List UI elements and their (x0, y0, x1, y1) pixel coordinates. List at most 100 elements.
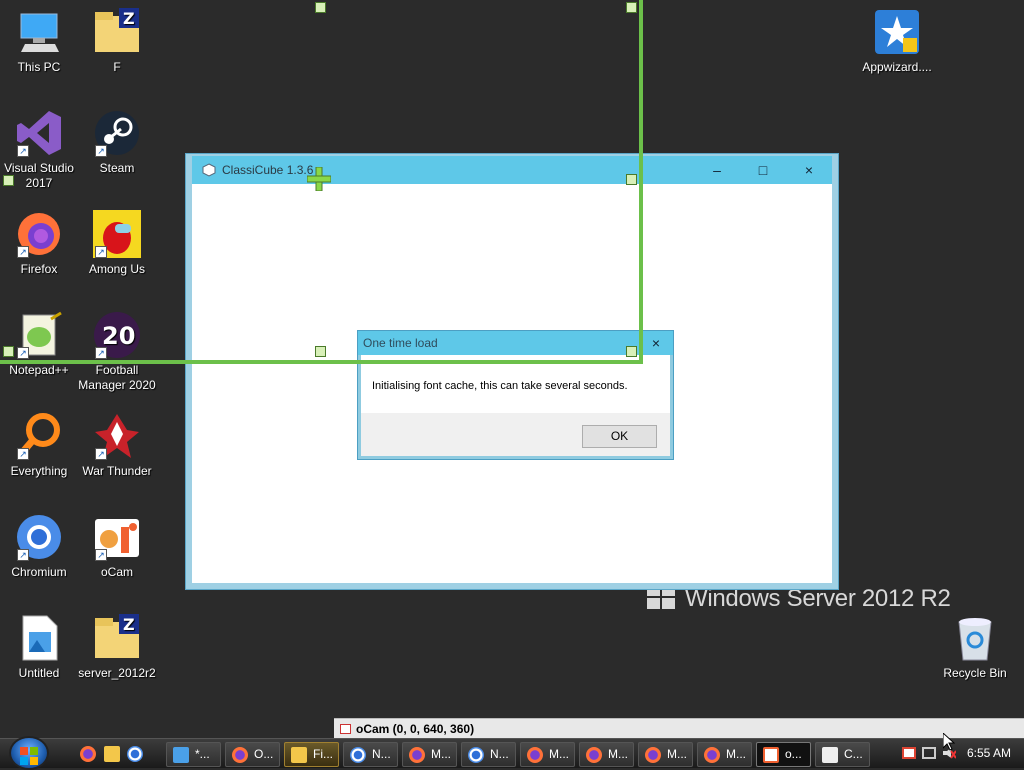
taskbar-button-label: N... (490, 747, 509, 761)
desktop-icon-untitled[interactable]: Untitled (0, 614, 78, 681)
desktop-icon-label: Everything (10, 464, 68, 478)
desktop-icon-label: Steam (99, 161, 135, 175)
minimize-button[interactable]: – (694, 156, 740, 184)
desktop-icon-recycle-bin[interactable]: Recycle Bin (936, 614, 1014, 681)
desktop-icon-label: War Thunder (82, 464, 152, 478)
taskbar-button[interactable]: C... (815, 742, 870, 767)
desktop-icon-chromium[interactable]: ↗ Chromium (0, 513, 78, 580)
resize-handle[interactable] (626, 2, 637, 13)
desktop-icon-firefox[interactable]: ↗ Firefox (0, 210, 78, 277)
firefox-icon (527, 747, 543, 763)
taskbar-button-label: o... (785, 747, 802, 761)
capture-rect-right-edge[interactable] (639, 0, 643, 364)
desktop-icon-label: F (113, 60, 121, 74)
svg-text:Z: Z (123, 9, 135, 28)
taskbar-button[interactable]: *... (166, 742, 221, 767)
start-logo-quad (30, 747, 38, 755)
desktop-icon-football-manager[interactable]: 20 ↗ Football Manager 2020 (78, 311, 156, 393)
dialog-message: Initialising font cache, this can take s… (372, 380, 628, 392)
zip-folder-icon: Z (93, 614, 141, 662)
quicklaunch-firefox-icon[interactable] (80, 746, 96, 762)
taskbar-button[interactable]: M... (638, 742, 693, 767)
ocam-icon (340, 724, 351, 734)
start-logo-quad (30, 757, 38, 765)
taskbar-button[interactable]: M... (697, 742, 752, 767)
zip-folder-icon: Z (93, 8, 141, 56)
desktop-icon-everything[interactable]: ↗ Everything (0, 412, 78, 479)
desktop-icon-label: Football Manager 2020 (78, 363, 156, 392)
window-titlebar[interactable]: ClassiCube 1.3.6 – □ × (192, 156, 832, 184)
desktop-icon-appwizard[interactable]: Appwizard.... (858, 8, 936, 75)
desktop-icon-among-us[interactable]: ↗ Among Us (78, 210, 156, 277)
chromium-icon: ↗ (15, 513, 63, 561)
taskbar-button[interactable]: O... (225, 742, 280, 767)
close-button[interactable]: × (786, 156, 832, 184)
notepadpp-icon: ↗ (15, 311, 63, 359)
resize-handle[interactable] (626, 174, 637, 185)
resize-handle[interactable] (315, 346, 326, 357)
capture-rect-bottom-edge[interactable] (0, 360, 643, 364)
taskbar-button[interactable]: N... (343, 742, 398, 767)
start-logo-quad (20, 757, 28, 765)
tray-network-icon[interactable] (922, 747, 936, 759)
notepad-icon (173, 747, 189, 763)
taskbar-button[interactable]: N... (461, 742, 516, 767)
resize-handle[interactable] (3, 346, 14, 357)
move-crosshair-icon[interactable] (306, 166, 332, 196)
chromium-icon (468, 747, 484, 763)
desktop-icon-notepadpp[interactable]: ↗ Notepad++ (0, 311, 78, 378)
desktop-icon-this-pc[interactable]: This PC (0, 8, 78, 75)
taskbar-button[interactable]: o... (756, 742, 811, 767)
firefox-icon (645, 747, 661, 763)
taskbar-button[interactable]: M... (579, 742, 634, 767)
desktop-icon-label: This PC (17, 60, 61, 74)
start-button[interactable] (9, 736, 49, 770)
desktop-icon-f[interactable]: Z F (78, 8, 156, 75)
ocam-icon (763, 747, 779, 763)
desktop-icon-server-2012r2[interactable]: Z server_2012r2 (78, 614, 156, 681)
desktop-icon-war-thunder[interactable]: ↗ War Thunder (78, 412, 156, 479)
desktop-icon-label: Notepad++ (9, 363, 69, 377)
shortcut-arrow-icon: ↗ (17, 549, 29, 561)
clock[interactable]: 6:55 AM (967, 746, 1011, 760)
taskbar-button-label: M... (431, 747, 451, 761)
resize-handle[interactable] (3, 175, 14, 186)
football-manager-icon: 20 ↗ (93, 311, 141, 359)
among-us-icon: ↗ (93, 210, 141, 258)
desktop-icon-label: Among Us (88, 262, 146, 276)
resize-handle[interactable] (315, 2, 326, 13)
shortcut-arrow-icon: ↗ (95, 145, 107, 157)
shortcut-arrow-icon: ↗ (17, 246, 29, 258)
quicklaunch-chromium-icon[interactable] (127, 746, 143, 762)
taskbar-button[interactable]: M... (402, 742, 457, 767)
maximize-button[interactable]: □ (740, 156, 786, 184)
war-thunder-icon: ↗ (93, 412, 141, 460)
everything-search-icon: ↗ (15, 412, 63, 460)
svg-text:Z: Z (123, 615, 135, 634)
shortcut-arrow-icon: ↗ (95, 448, 107, 460)
shortcut-arrow-icon: ↗ (17, 347, 29, 359)
quicklaunch-explorer-icon[interactable] (104, 746, 120, 762)
classicube-icon (202, 163, 216, 177)
desktop-icon-label: Chromium (11, 565, 67, 579)
ocam-capture-bar[interactable]: oCam (0, 0, 640, 360) (334, 718, 1024, 738)
ok-button[interactable]: OK (582, 425, 657, 448)
resize-handle[interactable] (626, 346, 637, 357)
firefox-icon (704, 747, 720, 763)
tray-ocam-icon[interactable] (902, 747, 916, 759)
desktop-icon-label: Recycle Bin (943, 666, 1007, 680)
firefox-icon (586, 747, 602, 763)
desktop-icon-steam[interactable]: ↗ Steam (78, 109, 156, 176)
desktop-icon-label: Firefox (20, 262, 58, 276)
taskbar-button[interactable]: Fi... (284, 742, 339, 767)
computer-icon (15, 8, 63, 56)
mouse-cursor-icon (942, 731, 956, 756)
desktop-icon-label: Untitled (18, 666, 60, 680)
recycle-bin-icon (951, 614, 999, 662)
taskbar: *... O... Fi... N... M... N... M... M...… (0, 736, 1024, 770)
taskbar-button[interactable]: M... (520, 742, 575, 767)
taskbar-button-label: M... (667, 747, 687, 761)
explorer-icon (291, 747, 307, 763)
dialog-close-button[interactable]: × (639, 331, 673, 355)
desktop-icon-ocam[interactable]: ↗ oCam (78, 513, 156, 580)
